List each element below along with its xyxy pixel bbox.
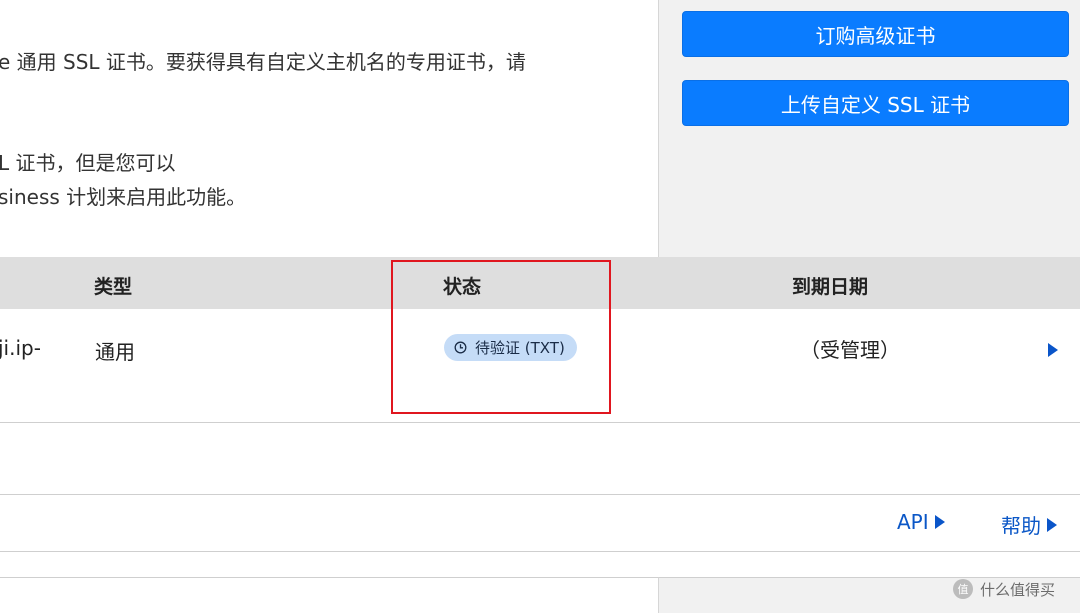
svg-text:值: 值 xyxy=(958,583,969,596)
upload-custom-ssl-button[interactable]: 上传自定义 SSL 证书 xyxy=(682,80,1069,126)
watermark-text: 什么值得买 xyxy=(980,580,1056,599)
caret-right-icon xyxy=(1047,517,1057,532)
column-header-type: 类型 xyxy=(94,276,133,298)
caret-right-icon[interactable] xyxy=(1048,342,1058,361)
description-line-3: siness 计划来启用此功能。 xyxy=(0,185,247,209)
divider xyxy=(0,551,1080,552)
description-line-1: e 通用 SSL 证书。要获得具有自定义主机名的专用证书，请 xyxy=(0,50,526,74)
watermark: 值 什么值得买 xyxy=(952,577,1055,601)
row-hostname: ji.ip- xyxy=(0,336,41,360)
help-link[interactable]: 帮助 xyxy=(1001,510,1057,539)
api-link[interactable]: API xyxy=(897,510,945,534)
description-line-2: L 证书，但是您可以 xyxy=(0,151,176,175)
smzdm-logo-icon: 值 xyxy=(952,578,974,600)
ssl-description-panel xyxy=(0,0,658,257)
bottom-panel-left xyxy=(0,577,658,613)
caret-right-icon xyxy=(934,515,945,529)
row-type: 通用 xyxy=(95,340,135,364)
api-link-label: API xyxy=(897,510,929,534)
row-expiry: （受管理） xyxy=(800,338,900,362)
order-advanced-cert-button[interactable]: 订购高级证书 xyxy=(682,11,1069,57)
column-header-expiry: 到期日期 xyxy=(792,276,869,298)
divider xyxy=(0,494,1080,495)
help-link-label: 帮助 xyxy=(1001,514,1041,538)
status-highlight-box xyxy=(391,260,611,414)
